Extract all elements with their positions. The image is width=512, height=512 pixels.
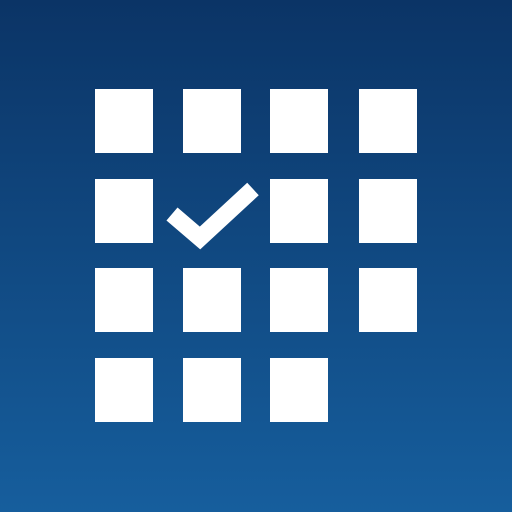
day-cell	[183, 268, 241, 332]
day-cell	[270, 268, 328, 332]
day-cell	[270, 89, 328, 153]
day-cell	[359, 179, 417, 243]
day-cell	[183, 89, 241, 153]
day-cell	[270, 358, 328, 422]
day-cell	[95, 89, 153, 153]
day-cell	[359, 89, 417, 153]
day-cell	[183, 358, 241, 422]
calendar-grid	[95, 89, 417, 422]
day-cell	[95, 179, 153, 243]
day-cell	[95, 358, 153, 422]
day-cell	[270, 179, 328, 243]
checkmark-icon	[166, 182, 259, 250]
app-icon[interactable]	[0, 0, 512, 512]
day-cell	[359, 268, 417, 332]
day-cell	[95, 268, 153, 332]
